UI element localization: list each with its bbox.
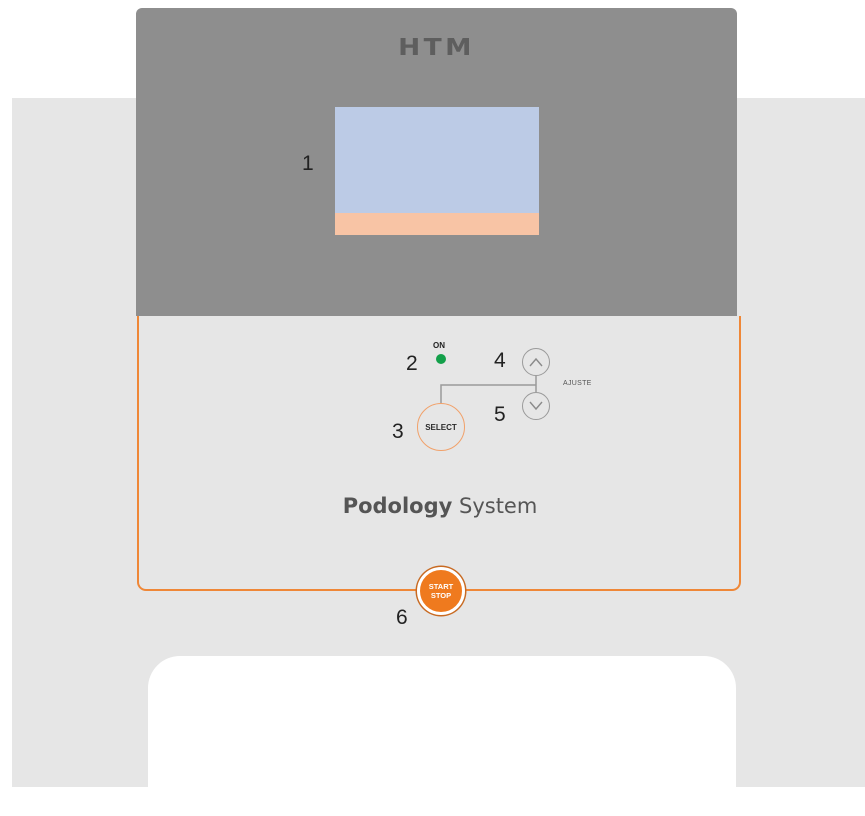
select-button-label: SELECT — [425, 422, 457, 432]
callout-3: 3 — [392, 420, 404, 443]
chevron-down-icon — [529, 401, 543, 411]
product-name-bold: Podology — [342, 494, 453, 518]
accessory-slot — [148, 656, 736, 816]
ajuste-label: AJUSTE — [563, 380, 592, 387]
product-name: Podology System — [136, 494, 744, 518]
callout-4: 4 — [494, 349, 506, 372]
select-connector-line — [440, 384, 536, 403]
callout-6: 6 — [396, 606, 408, 629]
product-name-light: System — [459, 494, 538, 518]
adjust-up-button[interactable] — [522, 348, 550, 376]
chevron-up-icon — [529, 357, 543, 367]
callout-5: 5 — [494, 403, 506, 426]
start-stop-button[interactable]: START STOP — [417, 567, 465, 615]
select-button[interactable]: SELECT — [417, 403, 465, 451]
start-label: START — [428, 582, 454, 591]
adjust-down-button[interactable] — [522, 392, 550, 420]
stop-label: STOP — [430, 591, 452, 600]
